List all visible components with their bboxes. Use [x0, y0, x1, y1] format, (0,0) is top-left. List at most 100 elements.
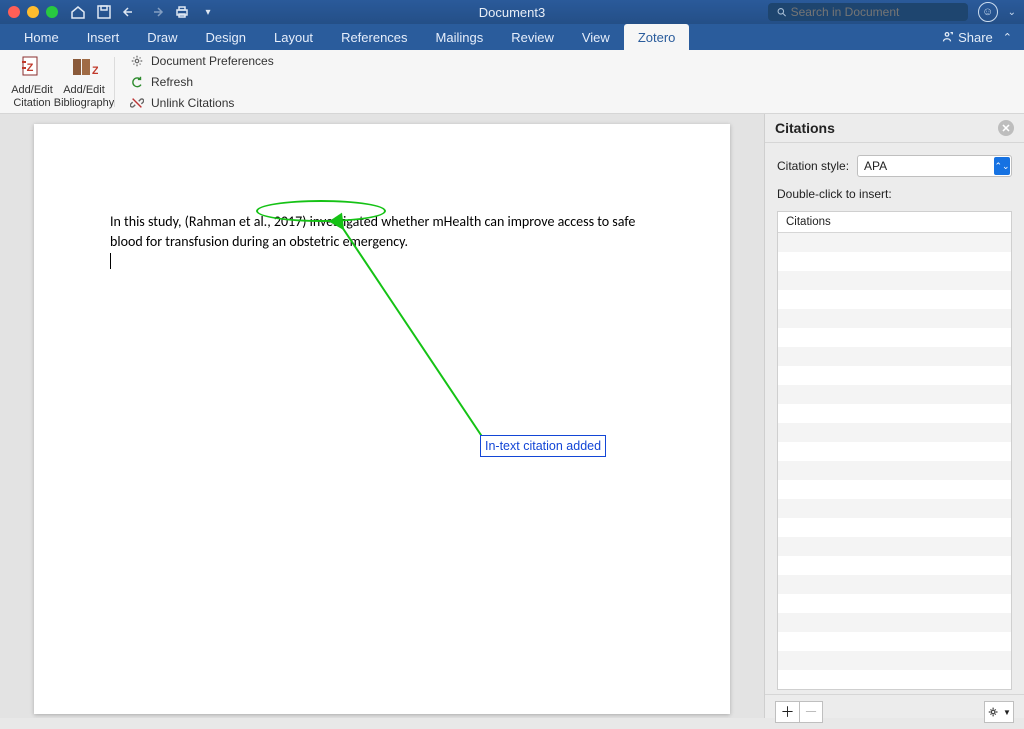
- tab-insert[interactable]: Insert: [73, 24, 134, 50]
- share-label: Share: [958, 30, 993, 45]
- search-box[interactable]: [768, 3, 968, 21]
- qat-overflow-icon[interactable]: ▾: [200, 4, 216, 20]
- search-icon: [776, 6, 787, 18]
- table-row[interactable]: [778, 423, 1011, 442]
- citations-settings-button[interactable]: ▼: [984, 701, 1014, 723]
- document-preferences-label: Document Preferences: [151, 54, 274, 68]
- table-row[interactable]: [778, 328, 1011, 347]
- tab-layout[interactable]: Layout: [260, 24, 327, 50]
- unlink-citations-label: Unlink Citations: [151, 96, 234, 110]
- tab-design[interactable]: Design: [192, 24, 260, 50]
- table-row[interactable]: [778, 385, 1011, 404]
- svg-text:Z: Z: [92, 65, 98, 77]
- share-icon: [940, 30, 954, 44]
- insert-hint-label: Double-click to insert:: [777, 187, 1012, 201]
- gear-icon: [987, 705, 1001, 719]
- add-edit-bibliography-label1: Add/Edit: [63, 84, 105, 97]
- table-row[interactable]: [778, 252, 1011, 271]
- citation-style-label: Citation style:: [777, 159, 849, 173]
- chevron-down-icon[interactable]: ⌄: [1008, 7, 1016, 18]
- add-edit-citation-label2: Citation: [13, 97, 50, 110]
- undo-icon[interactable]: [122, 4, 138, 20]
- add-citation-button[interactable]: ＋: [775, 701, 799, 723]
- table-row[interactable]: [778, 461, 1011, 480]
- body-text-pre: In this study,: [110, 213, 185, 230]
- save-icon[interactable]: [96, 4, 112, 20]
- close-icon: ✕: [1001, 122, 1010, 135]
- table-row[interactable]: [778, 670, 1011, 689]
- svg-text:Z: Z: [27, 62, 34, 74]
- table-row[interactable]: [778, 499, 1011, 518]
- window-close-button[interactable]: [8, 6, 20, 18]
- chevron-updown-icon: ⌃⌄: [994, 157, 1010, 175]
- tab-mailings[interactable]: Mailings: [422, 24, 498, 50]
- home-icon[interactable]: [70, 4, 86, 20]
- zotero-toolbar: Z Add/Edit Citation Z Add/Edit Bibliogra…: [0, 50, 1024, 114]
- window-minimize-button[interactable]: [27, 6, 39, 18]
- table-row[interactable]: [778, 442, 1011, 461]
- collapse-ribbon-icon[interactable]: ⌃: [1003, 31, 1012, 44]
- add-edit-bibliography-button[interactable]: Z Add/Edit Bibliography: [58, 52, 110, 112]
- table-row[interactable]: [778, 347, 1011, 366]
- feedback-smiley-icon[interactable]: ☺: [978, 2, 998, 22]
- tab-review[interactable]: Review: [497, 24, 568, 50]
- refresh-label: Refresh: [151, 75, 193, 89]
- unlink-citations-button[interactable]: Unlink Citations: [125, 94, 278, 112]
- document-preferences-button[interactable]: Document Preferences: [125, 52, 278, 70]
- table-row[interactable]: [778, 480, 1011, 499]
- gear-icon: [129, 53, 145, 69]
- citation-style-select[interactable]: APA ⌃⌄: [857, 155, 1012, 177]
- bibliography-icon: Z: [70, 54, 98, 82]
- quick-access-toolbar: ▾: [70, 4, 216, 20]
- table-row[interactable]: [778, 537, 1011, 556]
- search-input[interactable]: [791, 5, 960, 19]
- tab-zotero[interactable]: Zotero: [624, 24, 690, 50]
- table-row[interactable]: [778, 271, 1011, 290]
- unlink-icon: [129, 95, 145, 111]
- document-body-text[interactable]: In this study, (Rahman et al., 2017) inv…: [110, 212, 654, 251]
- remove-citation-button[interactable]: －: [799, 701, 823, 723]
- ribbon-tabs: Home Insert Draw Design Layout Reference…: [0, 24, 1024, 50]
- document-title: Document3: [479, 5, 545, 20]
- citations-table-header: Citations: [778, 212, 1011, 233]
- annotation-label: In-text citation added: [480, 435, 606, 457]
- table-row[interactable]: [778, 233, 1011, 252]
- print-icon[interactable]: [174, 4, 190, 20]
- text-cursor: [110, 253, 111, 269]
- chevron-down-icon: ▼: [1003, 708, 1011, 717]
- tab-home[interactable]: Home: [10, 24, 73, 50]
- add-edit-citation-button[interactable]: Z Add/Edit Citation: [6, 52, 58, 112]
- window-zoom-button[interactable]: [46, 6, 58, 18]
- table-row[interactable]: [778, 594, 1011, 613]
- share-button[interactable]: Share: [940, 30, 993, 45]
- document-page[interactable]: In this study, (Rahman et al., 2017) inv…: [34, 124, 730, 714]
- tab-references[interactable]: References: [327, 24, 421, 50]
- tab-draw[interactable]: Draw: [133, 24, 191, 50]
- table-row[interactable]: [778, 556, 1011, 575]
- table-row[interactable]: [778, 404, 1011, 423]
- tab-view[interactable]: View: [568, 24, 624, 50]
- table-row[interactable]: [778, 290, 1011, 309]
- table-row[interactable]: [778, 518, 1011, 537]
- table-row[interactable]: [778, 651, 1011, 670]
- inline-citation[interactable]: (Rahman et al., 2017): [185, 213, 307, 230]
- refresh-icon: [129, 74, 145, 90]
- table-row[interactable]: [778, 575, 1011, 594]
- citation-style-value: APA: [864, 159, 887, 173]
- table-row[interactable]: [778, 613, 1011, 632]
- document-canvas[interactable]: In this study, (Rahman et al., 2017) inv…: [0, 114, 764, 718]
- traffic-lights: [8, 6, 58, 18]
- table-row[interactable]: [778, 366, 1011, 385]
- redo-icon[interactable]: [148, 4, 164, 20]
- citation-icon: Z: [18, 54, 46, 82]
- window-titlebar: ▾ Document3 ☺ ⌄: [0, 0, 1024, 24]
- add-edit-citation-label1: Add/Edit: [11, 84, 53, 97]
- refresh-button[interactable]: Refresh: [125, 73, 278, 91]
- table-row[interactable]: [778, 309, 1011, 328]
- add-edit-bibliography-label2: Bibliography: [54, 97, 115, 110]
- panel-close-button[interactable]: ✕: [998, 120, 1014, 136]
- citations-panel-title: Citations: [775, 120, 835, 136]
- citations-table[interactable]: Citations: [777, 211, 1012, 690]
- toolbar-separator: [114, 57, 115, 107]
- table-row[interactable]: [778, 632, 1011, 651]
